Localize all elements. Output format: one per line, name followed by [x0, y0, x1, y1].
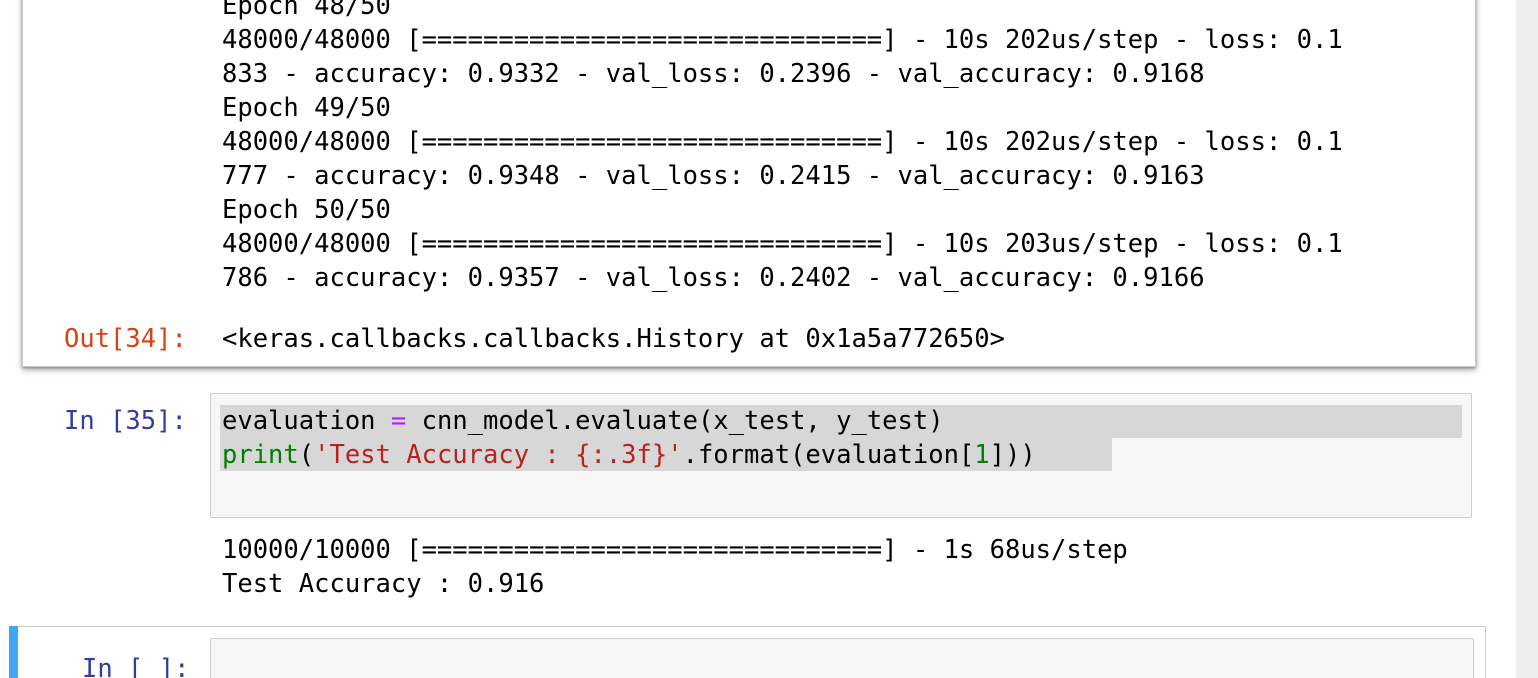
code-input-new[interactable] [210, 638, 1474, 678]
output-line: 48000/48000 [===========================… [222, 127, 1343, 157]
edit-mode-indicator [9, 626, 18, 678]
output-line: Test Accuracy : 0.916 [222, 569, 545, 599]
in-prompt: In [ ]: [82, 654, 190, 678]
code-variable: evaluation [222, 406, 376, 436]
out-prompt: Out[34]: [64, 324, 187, 354]
code-line-2[interactable]: print('Test Accuracy : {:.3f}'.format(ev… [222, 438, 1036, 472]
code-operator: = [390, 406, 407, 436]
code-number: 1 [974, 440, 990, 470]
output-line: 777 - accuracy: 0.9348 - val_loss: 0.241… [222, 161, 1205, 191]
output-line: Epoch 48/50 [222, 0, 391, 21]
code-punct: ])) [989, 440, 1036, 470]
output-line: 10000/10000 [===========================… [222, 535, 1128, 565]
output-result: <keras.callbacks.callbacks.History at 0x… [222, 324, 1005, 354]
output-line: 48000/48000 [===========================… [222, 25, 1343, 55]
notebook-page: Epoch 48/50 48000/48000 [===============… [0, 0, 1516, 678]
code-expression: .format(evaluation[ [682, 440, 975, 470]
code-string: 'Test Accuracy : {:.3f}' [314, 440, 683, 470]
code-line-1[interactable]: evaluation = cnn_model.evaluate(x_test, … [222, 404, 944, 438]
code-punct: ( [298, 440, 315, 470]
output-line: Epoch 49/50 [222, 93, 391, 123]
output-line: 48000/48000 [===========================… [222, 229, 1343, 259]
code-builtin: print [222, 440, 299, 470]
output-line: 786 - accuracy: 0.9357 - val_loss: 0.240… [222, 263, 1205, 293]
in-prompt: In [35]: [64, 406, 187, 436]
output-line: Epoch 50/50 [222, 195, 391, 225]
output-line: 833 - accuracy: 0.9332 - val_loss: 0.239… [222, 59, 1205, 89]
code-expression: cnn_model.evaluate(x_test, y_test) [421, 406, 944, 436]
